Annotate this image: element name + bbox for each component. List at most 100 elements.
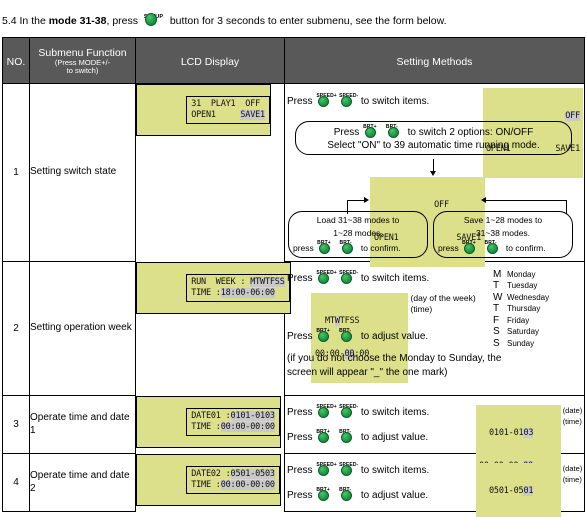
intro-mid: , press [106, 15, 138, 27]
speed-minus-button[interactable]: SPEED- [338, 462, 358, 477]
lcd-line1-a: RUN WEEK : [191, 276, 251, 287]
day-abbr: T [493, 280, 500, 291]
lcd-line2-highlight: SAVE1 [240, 110, 265, 120]
lcd-line2-a: TIME : [191, 287, 221, 298]
brt-plus-button[interactable]: BRT+ [315, 487, 335, 502]
green-button-icon [464, 242, 476, 254]
brt-minus-button[interactable]: BRT- [484, 240, 504, 255]
day-full: Wednesday [507, 292, 550, 302]
confirm-text: to confirm. [360, 242, 401, 253]
mini-date-a: 0501-05 [489, 485, 524, 496]
row4-press-adjust-line: Press BRT+ BRT- to adjust value. [287, 487, 428, 502]
row3-no: 3 [2, 395, 30, 454]
row1-function: Setting switch state [29, 83, 136, 262]
row3-function: Operate time and date 1 [29, 395, 136, 454]
adjust-value-text: to adjust value. [360, 489, 429, 501]
day-full: Monday [507, 269, 536, 279]
brt-plus-button[interactable]: BRT+ [315, 429, 335, 444]
row1-load-bubble: Load 31~38 modes to 1~28 modes. press BR… [288, 210, 428, 258]
green-button-icon [341, 242, 353, 254]
green-button-icon [318, 489, 330, 501]
speed-plus-button[interactable]: SPEED+ [315, 93, 337, 108]
speed-minus-button[interactable]: SPEED- [338, 270, 358, 285]
lcd-panel: DATE02 :0501-0503 TIME :00:00-00:00 [186, 465, 280, 494]
green-button-icon [341, 489, 353, 501]
speed-plus-button[interactable]: SPEED+ [315, 404, 337, 419]
row3-methods-cell: Press SPEED+ SPEED- to switch items. [284, 395, 585, 495]
day-abbr: S [493, 326, 500, 337]
day-abbr: F [493, 314, 500, 326]
speed-plus-button[interactable]: SPEED+ [315, 462, 337, 477]
header-lcd: LCD Display [135, 37, 285, 84]
speed-plus-button[interactable]: SPEED+ [315, 270, 337, 285]
lcd-line1-a: DATE02 : [191, 468, 231, 479]
press-word: press [438, 242, 459, 253]
speed-minus-button[interactable]: SPEED- [338, 93, 358, 108]
load-bubble-confirm-line: press BRT+ BRT- to confirm. [293, 240, 423, 255]
mini-date-highlight: 03 [523, 427, 534, 438]
speed-minus-button[interactable]: SPEED- [338, 404, 358, 419]
green-button-icon [318, 464, 330, 476]
lcd-line2-a: TIME : [191, 479, 221, 490]
green-button-icon [318, 330, 330, 342]
brt-plus-button[interactable]: BRT+ [461, 240, 481, 255]
row3-press-switch-line: Press SPEED+ SPEED- to switch items. [287, 404, 429, 419]
adjust-value-text: to adjust value. [360, 330, 429, 342]
lcd-panel: 31 PLAY1 OFF OPEN1 SAVE1 [186, 96, 270, 124]
lcd-line2-highlight: 00:00-00:00 [220, 479, 275, 490]
row1-methods-cell: Press SPEED+ SPEED- to switch items. [284, 83, 585, 267]
mini-date-a: 0101-01 [489, 427, 524, 438]
brt-minus-button[interactable]: BRT- [338, 429, 358, 444]
connector-right-v [566, 199, 567, 214]
row2-note-line2: screen will appear "_" the one mark) [287, 366, 448, 378]
confirm-text: to confirm. [505, 242, 546, 253]
row4-function: Operate time and date 2 [29, 453, 136, 512]
connector-left-h [347, 199, 365, 201]
row2-methods-cell: Press SPEED+ SPEED- to switch items. [284, 261, 585, 396]
press-word: Press [287, 431, 313, 443]
brt-plus-button[interactable]: BRT+ [316, 240, 336, 255]
green-button-icon [365, 126, 377, 138]
green-button-icon [486, 242, 498, 254]
lcd-line2-a: OPEN1 [191, 110, 241, 120]
green-button-icon [144, 13, 157, 26]
mini-week-note: (day of the week) [410, 292, 476, 303]
row1-onoff-bubble: Press BRT+ BRT- to switch 2 options: ON/… [295, 120, 572, 155]
list-item: T Thursday [493, 303, 549, 315]
table-row: 1 Setting switch state 31 PLAY1 OFF OPEN… [2, 83, 585, 267]
table-row: 3 Operate time and date 1 DATE01 :0101-0… [2, 395, 585, 495]
brt-plus-button[interactable]: BRT+ [315, 328, 335, 343]
green-button-icon [341, 406, 353, 418]
brt-plus-button[interactable]: BRT+ [362, 124, 382, 139]
day-full: Tuesday [507, 281, 538, 290]
list-item: M Monday [493, 269, 549, 281]
save-bubble-line1: Save 1~28 modes to [463, 214, 543, 225]
row4-mini-lcd: 0501-0501 00:00-00:00 (date) (time) [476, 462, 583, 517]
brt-minus-button[interactable]: BRT- [338, 328, 358, 343]
header-function: Submenu Function (Press MODE+/- to switc… [29, 37, 136, 84]
lcd-line1: 31 PLAY1 OFF [191, 99, 261, 109]
lcd-panel: DATE01 :0101-0103 TIME :00:00-00:00 [186, 407, 280, 436]
press-word: Press [287, 489, 313, 501]
header-lcd-label: LCD Display [180, 55, 240, 68]
brt-minus-button[interactable]: BRT- [339, 240, 359, 255]
switch-items-text: to switch items. [360, 272, 430, 284]
list-item: W Wednesday [493, 292, 549, 304]
press-word: press [293, 242, 314, 253]
row2-note-line1: (if you do not choose the Monday to Sund… [287, 352, 502, 364]
lcd-line1-highlight: 0501-0503 [230, 468, 275, 479]
row2-lcd-cell: RUN WEEK : MTWTFSS TIME :18:00-06:00 [136, 261, 291, 314]
day-abbr: S [493, 337, 500, 349]
center-lcd-off: OFF [434, 199, 449, 210]
day-full: Sunday [507, 338, 535, 348]
bubble-select-on-text: Select "ON" to 39 automatic time running… [327, 139, 540, 151]
mini-time-note: (time) [562, 474, 582, 484]
mini-lcd-off: OFF [565, 110, 580, 121]
intro-suffix: button for 3 seconds to enter submenu, s… [169, 15, 447, 27]
brt-minus-button[interactable]: BRT- [338, 487, 358, 502]
mini-date-note: (date) [562, 463, 583, 473]
row2-no: 2 [2, 261, 30, 396]
intro-mode-bold: mode 31-38 [48, 15, 107, 27]
list-item: S Saturday [493, 326, 549, 338]
brt-minus-button[interactable]: BRT- [385, 124, 405, 139]
